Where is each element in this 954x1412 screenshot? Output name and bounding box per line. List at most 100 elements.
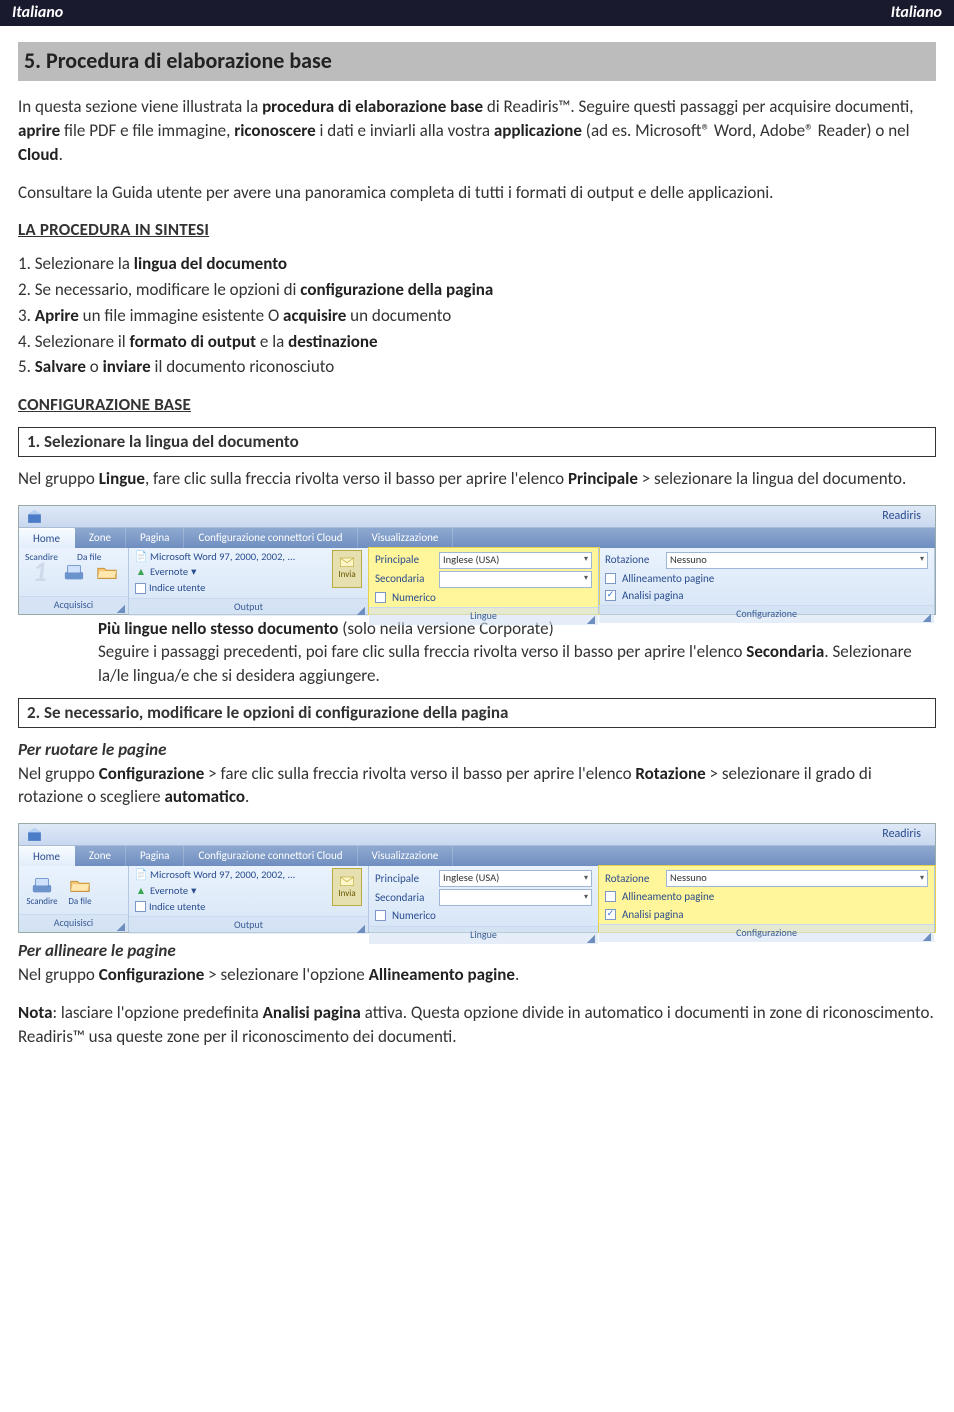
evernote-icon: ▲ [135, 885, 147, 897]
output-evernote-button[interactable]: ▲Evernote▾ [135, 884, 328, 899]
word-icon: 📄 [135, 551, 147, 563]
group-label-lingue: Lingue [470, 609, 497, 622]
evernote-icon: ▲ [135, 567, 147, 579]
output-indice-button[interactable]: Indice utente [135, 900, 328, 915]
label-allineamento: Allineamento pagine [622, 889, 714, 904]
output-evernote-button[interactable]: ▲Evernote▾ [135, 565, 328, 580]
group-label-output: Output [234, 600, 263, 613]
label-analisi: Analisi pagina [622, 907, 684, 922]
chevron-down-icon: ▾ [584, 873, 588, 884]
boxed-step-1: 1. Selezionare la lingua del documento [18, 427, 936, 457]
step-1: 1. Selezionare la lingua del documento [18, 252, 936, 276]
checkbox-numerico[interactable] [375, 592, 386, 603]
output-word-button[interactable]: 📄Microsoft Word 97, 2000, 2002, ... [135, 868, 328, 883]
app-title: Readiris [882, 508, 921, 525]
step-4: 4. Selezionare il formato di output e la… [18, 330, 936, 354]
ribbon-screenshot-1: Readiris Home Zone Pagina Configurazione… [18, 505, 936, 615]
label-numerico: Numerico [392, 590, 436, 605]
scan-button[interactable]: Scandire [25, 870, 59, 910]
dropdown-secondaria[interactable]: ▾ [439, 571, 592, 588]
chevron-down-icon: ▾ [584, 573, 588, 584]
tab-zone[interactable]: Zone [75, 846, 126, 866]
page-header: Italiano Italiano [0, 0, 954, 26]
label-principale: Principale [375, 871, 433, 886]
scanner-icon [63, 562, 85, 582]
checkbox-analisi[interactable]: ✓ [605, 909, 616, 920]
scanner-icon [31, 875, 53, 895]
tab-zone[interactable]: Zone [75, 528, 126, 548]
header-right: Italiano [891, 2, 942, 24]
ruotare-paragraph: Nel gruppo Configurazione > fare clic su… [18, 762, 936, 810]
chevron-down-icon: ▾ [584, 892, 588, 903]
nota-paragraph: Nota: lasciare l'opzione predefinita Ana… [18, 1001, 936, 1049]
chevron-down-icon: ▾ [584, 554, 588, 565]
dropdown-principale[interactable]: Inglese (USA)▾ [439, 552, 592, 569]
label-analisi: Analisi pagina [622, 588, 684, 603]
label-numerico: Numerico [392, 908, 436, 923]
tab-home[interactable]: Home [19, 846, 75, 866]
tab-home[interactable]: Home [19, 528, 75, 548]
ribbon-screenshot-2: Readiris Home Zone Pagina Configurazione… [18, 823, 936, 933]
group-label-acquisisci: Acquisisci [54, 916, 93, 929]
dropdown-rotazione[interactable]: Nessuno▾ [666, 870, 928, 887]
output-indice-button[interactable]: Indice utente [135, 581, 328, 596]
checkbox-icon [135, 583, 146, 594]
group-acquisisci-top: Scandire [25, 551, 58, 564]
group-label-acquisisci: Acquisisci [54, 598, 93, 611]
label-rotazione: Rotazione [605, 552, 660, 567]
envelope-icon [339, 555, 355, 569]
label-allineamento: Allineamento pagine [622, 571, 714, 586]
from-file-button[interactable]: Da file [63, 870, 97, 910]
step-2: 2. Se necessario, modificare le opzioni … [18, 278, 936, 302]
intro-paragraph-2: Consultare la Guida utente per avere una… [18, 181, 936, 205]
envelope-icon [339, 874, 355, 888]
dropdown-rotazione[interactable]: Nessuno▾ [666, 552, 928, 569]
app-logo-icon[interactable] [19, 824, 49, 846]
section-title: 5. Procedura di elaborazione base [18, 42, 936, 81]
lingue-paragraph: Nel gruppo Lingue, fare clic sulla frecc… [18, 467, 936, 491]
app-logo-icon[interactable] [19, 505, 49, 527]
boxed-step-2: 2. Se necessario, modificare le opzioni … [18, 698, 936, 728]
steps-list: 1. Selezionare la lingua del documento 2… [18, 252, 936, 379]
dropdown-principale[interactable]: Inglese (USA)▾ [439, 870, 592, 887]
checkbox-allineamento[interactable] [605, 891, 616, 902]
word-icon: 📄 [135, 869, 147, 881]
subhead-configurazione: CONFIGURAZIONE BASE [18, 393, 936, 417]
step-5: 5. Salvare o inviare il documento ricono… [18, 355, 936, 379]
output-word-button[interactable]: 📄Microsoft Word 97, 2000, 2002, ... [135, 550, 328, 565]
tab-visualizzazione[interactable]: Visualizzazione [358, 528, 454, 548]
ribbon-tabs: Home Zone Pagina Configurazione connetto… [19, 528, 935, 548]
corporate-note: Più lingue nello stesso documento (solo … [98, 617, 936, 688]
group-label-lingue: Lingue [470, 928, 497, 941]
group-label-configurazione: Configurazione [736, 926, 797, 939]
label-principale: Principale [375, 552, 433, 567]
tab-visualizzazione[interactable]: Visualizzazione [358, 846, 454, 866]
label-rotazione: Rotazione [605, 871, 660, 886]
tab-pagina[interactable]: Pagina [126, 846, 184, 866]
subhead-ruotare: Per ruotare le pagine [18, 738, 936, 762]
tab-connettori[interactable]: Configurazione connettori Cloud [184, 846, 357, 866]
checkbox-analisi[interactable]: ✓ [605, 590, 616, 601]
folder-open-icon [69, 875, 91, 895]
step-3: 3. Aprire un file immagine esistente O a… [18, 304, 936, 328]
invia-button[interactable]: Invia [332, 550, 362, 588]
header-left: Italiano [12, 2, 63, 24]
dropdown-secondaria[interactable]: ▾ [439, 889, 592, 906]
chevron-down-icon: ▾ [920, 873, 924, 884]
invia-button[interactable]: Invia [332, 868, 362, 906]
group-label-output: Output [234, 918, 263, 931]
checkbox-allineamento[interactable] [605, 573, 616, 584]
subhead-sintesi: LA PROCEDURA IN SINTESI [18, 218, 936, 242]
checkbox-icon [135, 901, 146, 912]
tab-pagina[interactable]: Pagina [126, 528, 184, 548]
folder-open-icon [96, 562, 118, 582]
tab-connettori[interactable]: Configurazione connettori Cloud [184, 528, 357, 548]
chevron-down-icon: ▾ [920, 554, 924, 565]
checkbox-numerico[interactable] [375, 910, 386, 921]
label-secondaria: Secondaria [375, 890, 433, 905]
label-secondaria: Secondaria [375, 571, 433, 586]
group-label-configurazione: Configurazione [736, 607, 797, 620]
allineare-paragraph: Nel gruppo Configurazione > selezionare … [18, 963, 936, 987]
intro-paragraph-1: In questa sezione viene illustrata la pr… [18, 95, 936, 166]
app-title: Readiris [882, 826, 921, 843]
